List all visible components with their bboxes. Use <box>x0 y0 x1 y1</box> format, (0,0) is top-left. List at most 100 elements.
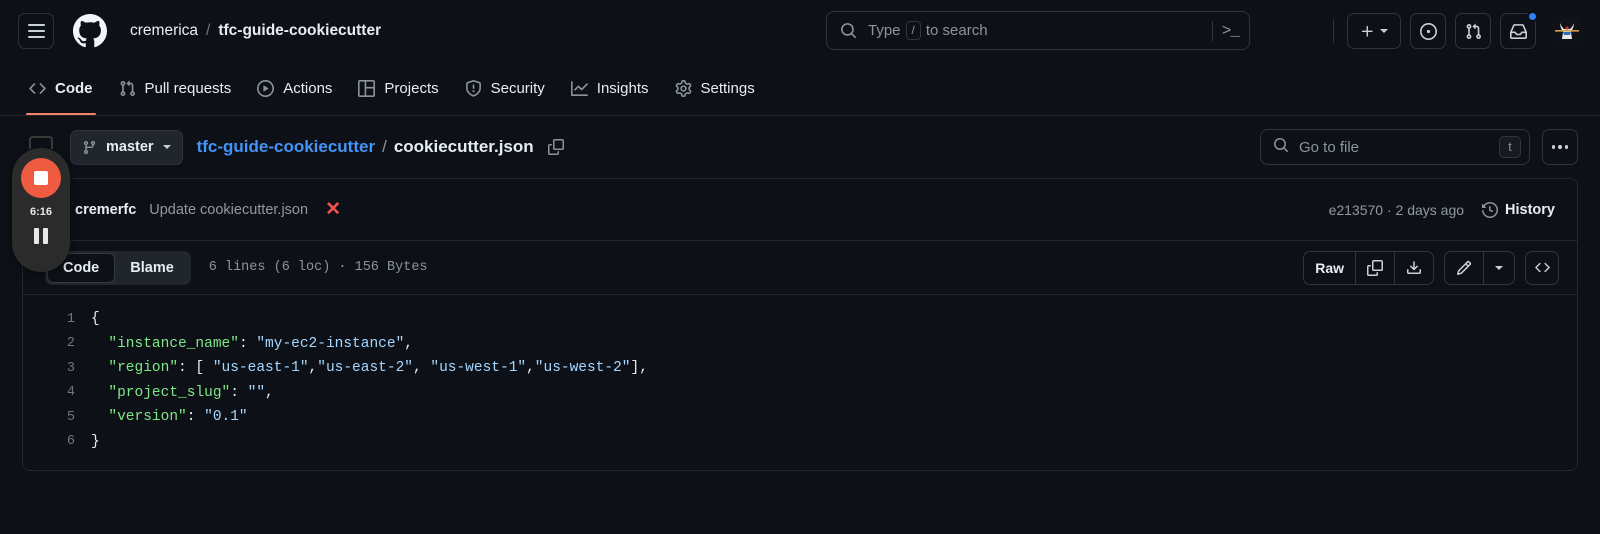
edit-button-group <box>1444 250 1515 285</box>
line-number[interactable]: 5 <box>23 410 91 425</box>
breadcrumb: cremerica / tfc-guide-cookiecutter <box>130 22 381 40</box>
go-to-file-placeholder: Go to file <box>1299 138 1360 156</box>
search-placeholder-suffix: to search <box>925 22 988 39</box>
file-path-breadcrumb: tfc-guide-cookiecutter / cookiecutter.js… <box>197 137 564 157</box>
line-number[interactable]: 1 <box>23 312 91 327</box>
pull-requests-icon[interactable] <box>1455 13 1491 49</box>
repo-nav-tabs: Code Pull requests Actions Projects Secu… <box>0 62 1600 116</box>
terminal-icon[interactable]: >_ <box>1222 22 1240 40</box>
breadcrumb-repo[interactable]: tfc-guide-cookiecutter <box>218 22 381 40</box>
tab-code[interactable]: Code <box>18 62 104 115</box>
path-separator: / <box>382 137 387 156</box>
line-content: "project_slug": "", <box>91 384 273 401</box>
copy-icon[interactable] <box>547 139 564 155</box>
code-token: : <box>238 335 257 352</box>
code-token: , <box>412 360 431 377</box>
search-icon <box>1273 137 1289 158</box>
search-input[interactable]: Type / to search >_ <box>826 11 1250 50</box>
code-token: "region" <box>91 360 179 377</box>
pencil-icon[interactable] <box>1445 251 1484 284</box>
tab-actions-label: Actions <box>283 80 333 97</box>
copy-raw-icon[interactable] <box>1356 251 1395 284</box>
recorder-clip <box>29 136 53 149</box>
notifications-icon[interactable] <box>1500 11 1538 49</box>
code-token: "project_slug" <box>91 384 231 401</box>
code-token: , <box>404 335 413 352</box>
path-repo-link[interactable]: tfc-guide-cookiecutter <box>197 137 376 157</box>
breadcrumb-owner[interactable]: cremerica <box>130 22 198 40</box>
pause-icon[interactable] <box>34 228 48 244</box>
tab-projects[interactable]: Projects <box>347 62 449 115</box>
tab-blame-view[interactable]: Blame <box>115 253 189 283</box>
tab-settings[interactable]: Settings <box>664 62 766 115</box>
line-number[interactable]: 2 <box>23 336 91 351</box>
file-header-actions: Go to file t <box>1260 129 1578 165</box>
code-token: "my-ec2-instance" <box>256 335 405 352</box>
github-logo-icon[interactable] <box>72 13 108 49</box>
code-token: : <box>230 384 248 401</box>
code-line: 6} <box>23 430 1577 455</box>
code-token: "us-west-2" <box>534 360 631 377</box>
commit-message[interactable]: Update cookiecutter.json <box>149 202 308 218</box>
line-content: "region": [ "us-east-1","us-east-2", "us… <box>91 360 648 376</box>
history-label: History <box>1505 201 1555 218</box>
avatar[interactable] <box>1550 14 1584 48</box>
file-info: 6 lines (6 loc) · 156 Bytes <box>208 260 428 275</box>
go-to-file-shortcut-key: t <box>1499 136 1521 158</box>
search-placeholder: Type / to search <box>868 21 988 40</box>
code-token: , <box>308 360 318 377</box>
code-token: : [ <box>178 360 213 377</box>
code-symbols-icon <box>1534 262 1550 273</box>
more-options-button[interactable] <box>1542 129 1578 165</box>
create-new-button[interactable] <box>1347 13 1401 49</box>
tab-actions[interactable]: Actions <box>246 62 343 115</box>
tab-security-label: Security <box>490 80 545 97</box>
search-divider <box>1211 20 1213 41</box>
code-token: "us-east-1" <box>212 360 309 377</box>
chevron-down-icon <box>1495 265 1503 270</box>
search-placeholder-prefix: Type <box>868 22 901 39</box>
download-icon[interactable] <box>1395 252 1433 284</box>
commit-status-badge[interactable]: ✕ <box>325 200 341 219</box>
code-line: 1{ <box>23 307 1577 332</box>
code-token: "0.1" <box>204 409 248 426</box>
header-divider <box>1333 19 1334 43</box>
commit-meta: e213570 · 2 days ago <box>1328 201 1465 218</box>
commit-author[interactable]: cremerfc <box>75 202 136 218</box>
line-content: "version": "0.1" <box>91 409 248 426</box>
tab-security[interactable]: Security <box>454 62 556 115</box>
code-token: "" <box>247 384 266 401</box>
edit-dropdown-button[interactable] <box>1484 252 1514 284</box>
file-content-card: cremerfc Update cookiecutter.json ✕ e213… <box>22 178 1578 471</box>
file-header: master tfc-guide-cookiecutter / cookiecu… <box>0 116 1600 178</box>
go-to-file-input[interactable]: Go to file t <box>1260 129 1530 165</box>
search-icon <box>840 22 857 39</box>
raw-button[interactable]: Raw <box>1304 251 1356 284</box>
code-line: 4 "project_slug": "", <box>23 381 1577 406</box>
line-number[interactable]: 4 <box>23 385 91 400</box>
path-file-name: cookiecutter.json <box>393 137 534 156</box>
history-icon <box>1482 201 1498 218</box>
line-number[interactable]: 3 <box>23 361 91 376</box>
code-token: "us-east-2" <box>317 360 413 377</box>
tab-insights-label: Insights <box>596 80 649 97</box>
global-header: cremerica / tfc-guide-cookiecutter Type … <box>0 0 1600 62</box>
code-symbols-button[interactable] <box>1525 250 1559 285</box>
stop-recording-icon[interactable] <box>21 158 61 198</box>
history-link[interactable]: History <box>1482 202 1555 218</box>
screen-recorder-widget[interactable]: 6:16 <box>12 136 70 272</box>
line-content: } <box>91 434 100 450</box>
line-number[interactable]: 6 <box>23 434 91 449</box>
hamburger-icon[interactable] <box>18 13 54 49</box>
line-content: { <box>91 311 100 327</box>
branch-selector[interactable]: master <box>70 129 183 165</box>
code-token: "version" <box>91 409 187 426</box>
chevron-down-icon <box>1380 29 1388 33</box>
tab-insights[interactable]: Insights <box>560 62 660 115</box>
tab-pull-requests[interactable]: Pull requests <box>108 62 243 115</box>
tab-projects-label: Projects <box>384 80 439 97</box>
line-content: "instance_name": "my-ec2-instance", <box>91 336 413 352</box>
issues-icon[interactable] <box>1410 13 1446 49</box>
branch-name: master <box>106 139 154 155</box>
code-content: 1{2 "instance_name": "my-ec2-instance", 3… <box>23 295 1577 470</box>
